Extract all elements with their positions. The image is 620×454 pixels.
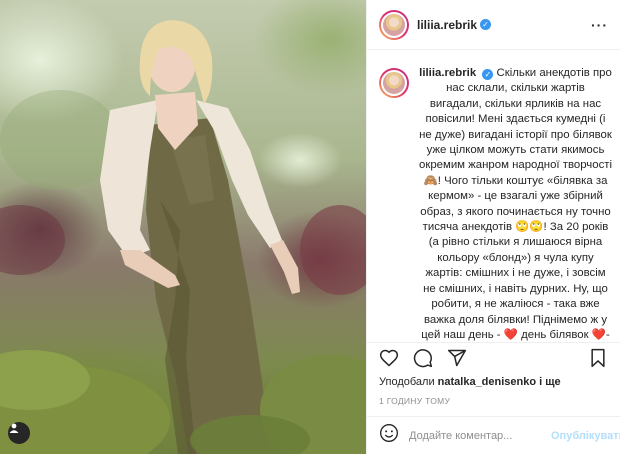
likes-prefix: Уподобали [379,376,435,388]
liked-by-user[interactable]: natalka_denisenko [438,376,536,388]
author-username[interactable]: liliia.rebrik [417,18,477,32]
add-comment-bar: Опублікувати [367,416,620,454]
comment-icon[interactable] [413,348,433,373]
post-photo[interactable] [0,0,366,454]
tagged-user-icon[interactable] [8,422,30,444]
smiley-icon[interactable] [379,423,399,448]
caption-verified-badge-icon: ✓ [482,69,494,81]
bookmark-icon[interactable] [588,348,608,373]
more-horizontal-icon[interactable]: ··· [591,17,608,33]
verified-badge-icon: ✓ [480,19,492,30]
caption-author-avatar[interactable] [379,68,409,98]
author-avatar[interactable] [379,9,409,40]
post-caption: liliia.rebrik ✓ Скільки анекдотів про на… [419,66,612,342]
post-comment-button[interactable]: Опублікувати [551,430,620,442]
caption-area: liliia.rebrik ✓ Скільки анекдотів про на… [367,50,620,342]
comment-input[interactable] [409,429,551,442]
post-timestamp[interactable]: 1 ГОДИНУ ТОМУ [379,396,450,406]
caption-username[interactable]: liliia.rebrik [419,67,476,79]
likes-others[interactable]: і ще [539,376,561,388]
post-header: liliia.rebrik ✓ ··· [367,0,620,50]
caption-text: Скільки анекдотів про нас склали, скільк… [419,67,613,341]
likes-summary: Уподобали natalka_denisenko і ще [379,376,561,388]
action-bar [367,342,620,378]
photo-illustration [0,20,366,454]
share-icon[interactable] [447,348,467,373]
post-side-panel: liliia.rebrik ✓ ··· liliia.rebrik ✓ Скіл… [366,0,620,454]
heart-icon[interactable] [379,348,399,373]
